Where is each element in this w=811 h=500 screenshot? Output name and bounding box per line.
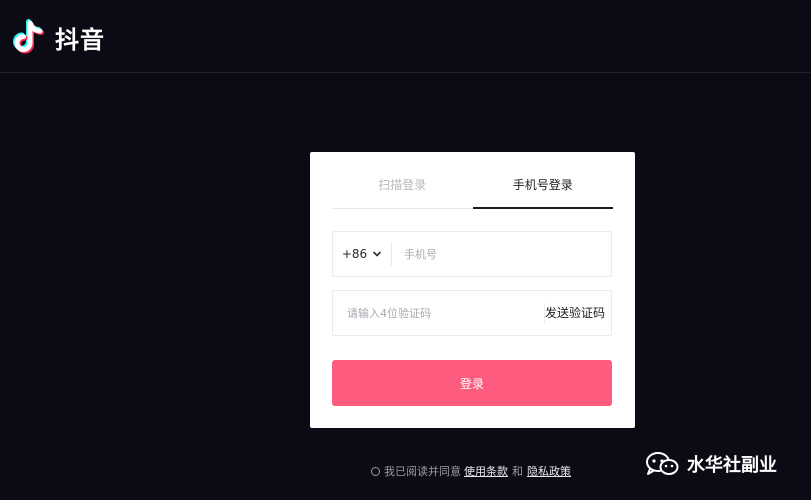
terms-link[interactable]: 使用条款 [464, 463, 508, 479]
agreement-conjunction: 和 [512, 465, 523, 478]
phone-field: +86 [332, 231, 612, 277]
phone-input[interactable] [404, 232, 604, 276]
verification-code-field: 发送验证码 [332, 290, 612, 336]
verification-code-input[interactable] [347, 291, 537, 335]
country-code-select[interactable]: +86 [333, 232, 391, 276]
chevron-down-icon [373, 251, 382, 257]
agreement-row: 我已阅读并同意 使用条款 和 隐私政策 [371, 463, 571, 479]
wechat-icon [646, 452, 679, 475]
tab-phone-login[interactable]: 手机号登录 [472, 170, 614, 209]
field-divider [391, 242, 392, 266]
privacy-link[interactable]: 隐私政策 [527, 463, 571, 479]
login-card: 扫描登录 手机号登录 +86 发送验证码 登录 [310, 152, 635, 428]
watermark-text: 水华社副业 [687, 455, 777, 476]
douyin-note-icon [13, 19, 44, 54]
country-code-value: +86 [341, 247, 368, 261]
login-button[interactable]: 登录 [332, 360, 612, 406]
agreement-text: 我已阅读并同意 [384, 465, 461, 478]
watermark: 水华社副业 [645, 450, 777, 478]
douyin-logo[interactable]: 抖音 [13, 18, 105, 56]
top-bar: 抖音 [0, 0, 811, 73]
tab-qr-login[interactable]: 扫描登录 [332, 170, 473, 208]
brand-name: 抖音 [55, 25, 105, 54]
agreement-radio[interactable] [371, 466, 380, 476]
send-code-button[interactable]: 发送验证码 [545, 291, 605, 335]
login-tabs: 扫描登录 手机号登录 [332, 170, 613, 209]
